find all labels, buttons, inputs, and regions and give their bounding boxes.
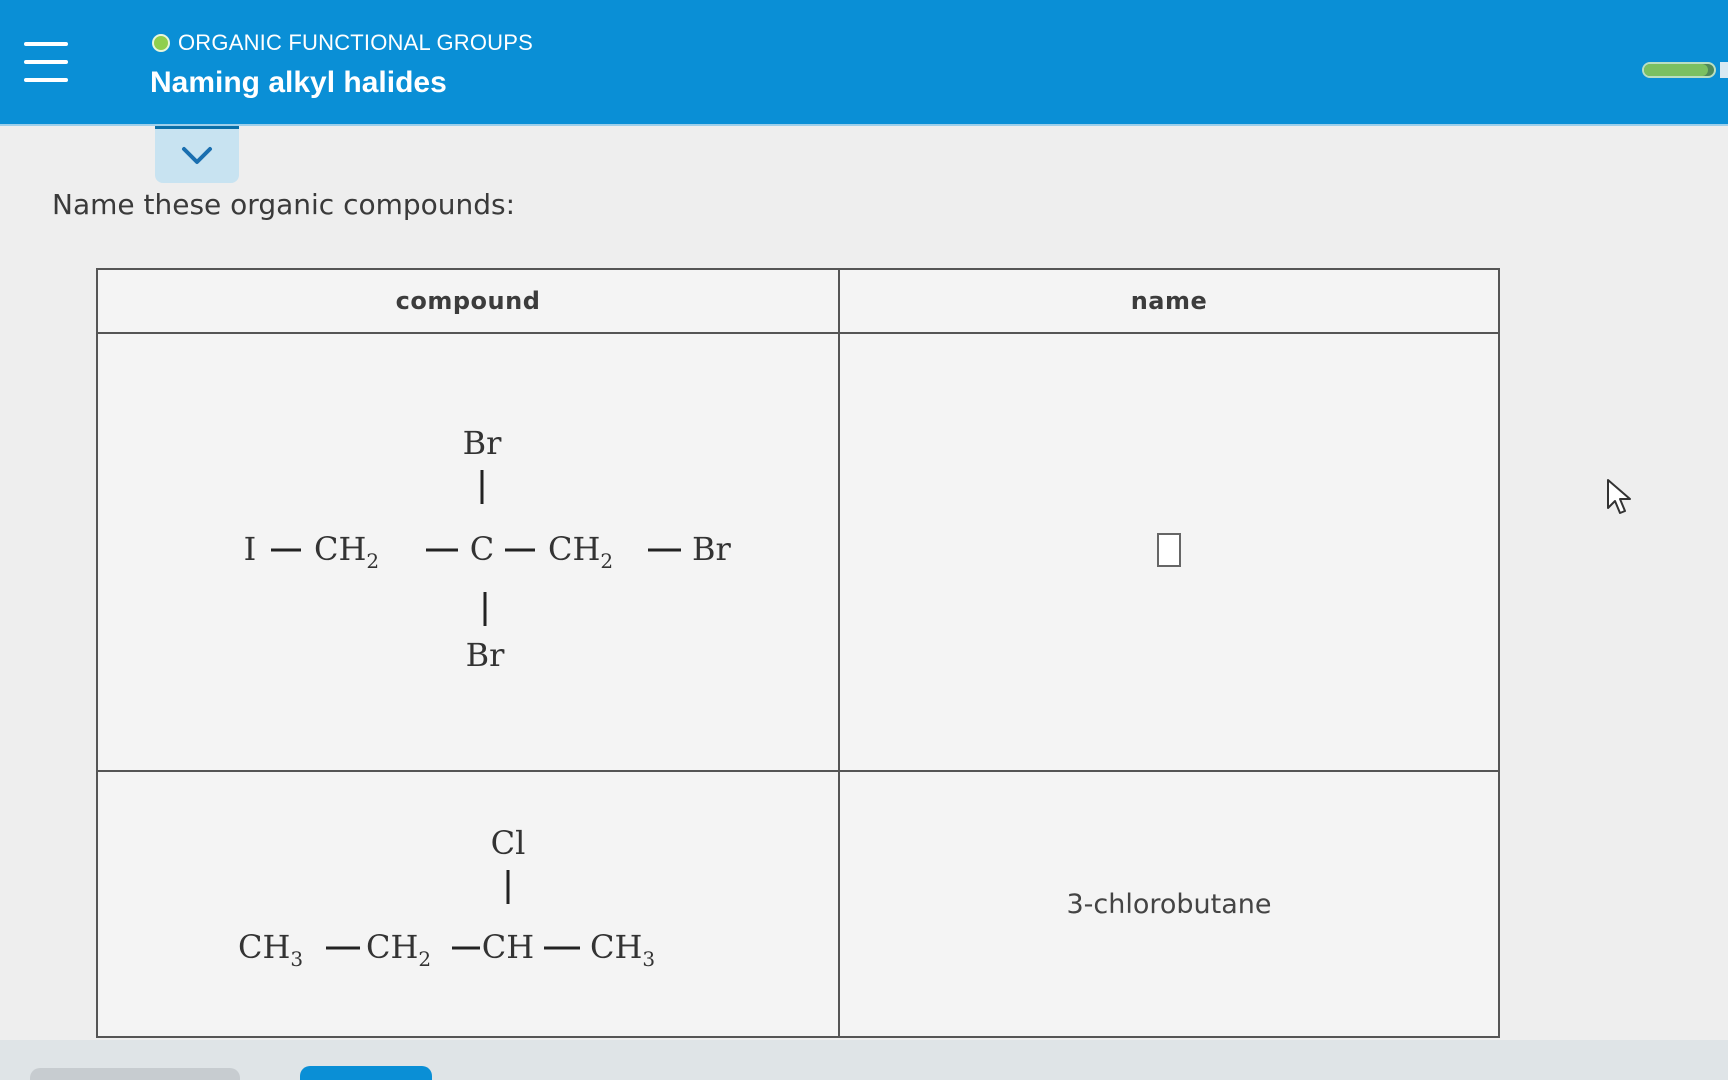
bottom-button-primary[interactable] (300, 1066, 432, 1080)
topic-row: ORGANIC FUNCTIONAL GROUPS (152, 30, 533, 56)
progress-bar-fill (1644, 64, 1709, 76)
mouse-pointer-icon (1607, 479, 1631, 514)
formula-atom: Br (692, 530, 732, 568)
name-answer-cell (838, 332, 1500, 772)
topic-label: ORGANIC FUNCTIONAL GROUPS (178, 30, 533, 55)
chevron-down-icon (182, 147, 212, 164)
formula-group: CH (482, 928, 534, 966)
formula-group: CH2 (314, 530, 379, 573)
compound-cell: Cl CH3 CH2 CH CH3 (96, 770, 840, 1038)
formula-atom: I (244, 530, 257, 568)
compound-cell: Br I CH2 C CH2 Br Br (96, 332, 840, 772)
name-answer-input[interactable] (1157, 533, 1181, 567)
column-header-compound: compound (96, 268, 840, 334)
structural-formula: Br I CH2 C CH2 Br Br (244, 424, 732, 674)
name-answer-cell[interactable]: 3-chlorobutane (838, 770, 1500, 1038)
formula-group: CH3 (590, 928, 655, 971)
collapse-toggle-button[interactable] (155, 126, 239, 183)
menu-icon[interactable] (24, 42, 68, 82)
table-header-row: compound name (96, 268, 1500, 334)
page-title: Naming alkyl halides (150, 66, 447, 99)
formula-atom: Br (466, 636, 506, 674)
formula-atom: Br (463, 424, 503, 462)
table-row: Cl CH3 CH2 CH CH3 3-chlorobutane (96, 770, 1500, 1038)
formula-atom: C (470, 530, 494, 568)
formula-group: CH3 (238, 928, 303, 971)
formula-group: CH2 (366, 928, 431, 971)
column-header-name: name (838, 268, 1500, 334)
formula-atom: Cl (491, 824, 526, 862)
topic-status-dot (152, 34, 170, 52)
question-prompt: Name these organic compounds: (52, 188, 516, 221)
formula-group: CH2 (548, 530, 613, 573)
bottom-action-bar (0, 1040, 1728, 1080)
progress-bar-end (1720, 62, 1728, 78)
bottom-button-left[interactable] (30, 1068, 240, 1080)
structural-formula: Cl CH3 CH2 CH CH3 (238, 824, 655, 971)
compound-table: compound name Br I CH2 C CH2 Br Br Cl CH… (96, 268, 1500, 1038)
progress-bar (1642, 62, 1716, 78)
name-answer-value[interactable]: 3-chlorobutane (1066, 889, 1271, 920)
top-header: ORGANIC FUNCTIONAL GROUPS Naming alkyl h… (0, 0, 1728, 126)
table-row: Br I CH2 C CH2 Br Br (96, 332, 1500, 772)
